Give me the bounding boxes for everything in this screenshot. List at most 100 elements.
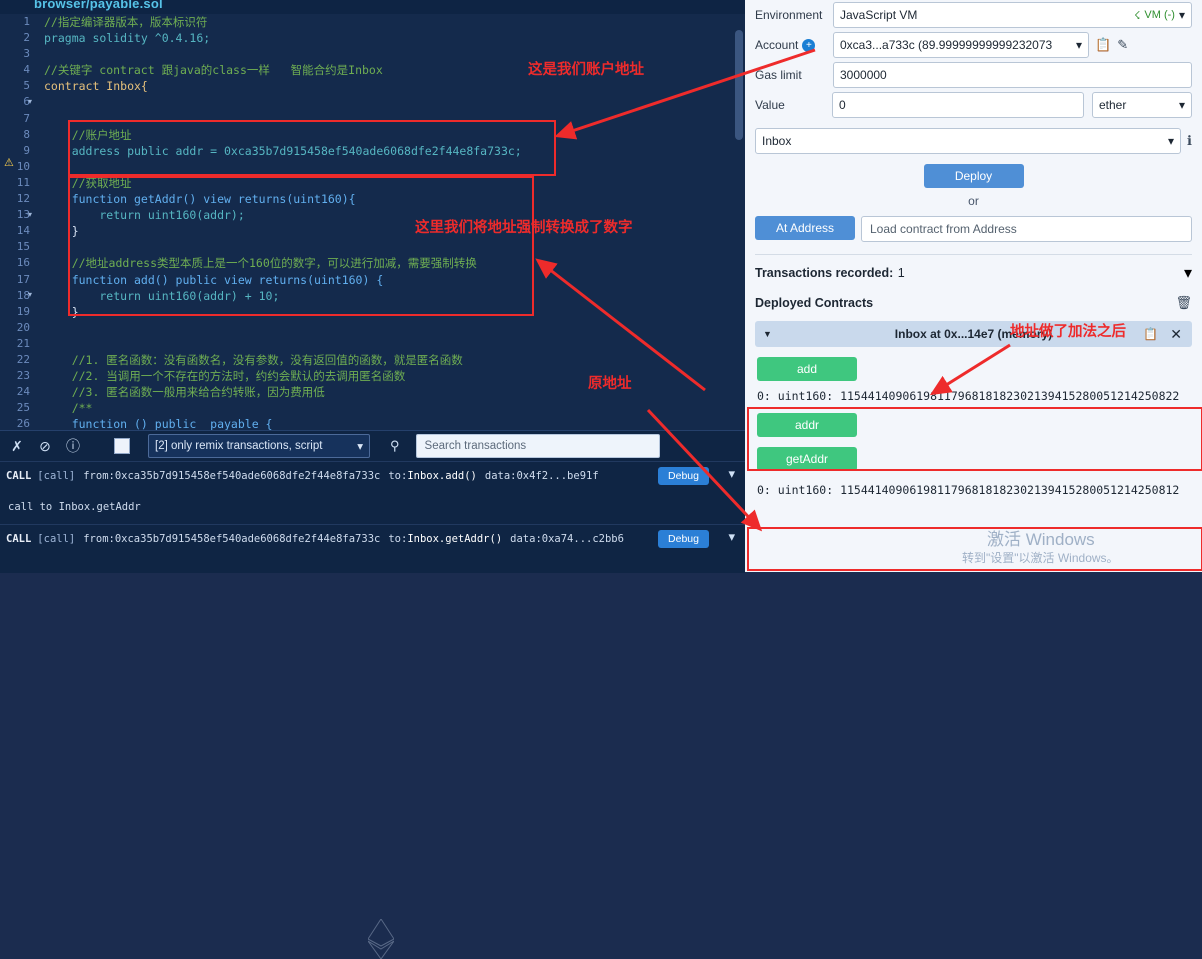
account-label: Account: [755, 38, 799, 52]
line-number: 3: [23, 47, 30, 61]
add-account-icon[interactable]: +: [802, 38, 816, 52]
annotation-convert-number: 这里我们将地址强制转换成了数字: [415, 220, 633, 236]
code-line: //3. 匿名函数一般用来给合约转账，因为费用低: [44, 385, 325, 400]
expand-chevron-icon[interactable]: ▾: [728, 529, 735, 545]
log-call-label: CALL: [6, 470, 32, 482]
editor-tab-title[interactable]: browser/payable.sol: [34, 0, 163, 11]
environment-tag: VM (-): [1144, 9, 1175, 21]
terminal-log-row[interactable]: CALL [call] from: 0xca35b7d915458ef540ad…: [0, 461, 745, 490]
environment-label: Environment: [755, 8, 823, 22]
deployed-contracts-header: Deployed Contracts 🗑: [755, 295, 1192, 311]
plug-icon: ☇: [1134, 9, 1141, 22]
debug-button[interactable]: Debug: [658, 530, 709, 548]
terminal-plain-log: call to Inbox.getAddr: [8, 501, 141, 513]
gas-limit-input[interactable]: 3000000: [833, 62, 1192, 88]
code-line: //地址address类型本质上是一个160位的数字，可以进行加减，需要强制转换: [44, 256, 477, 271]
line-number: 24: [16, 385, 30, 399]
windows-activation-watermark-subtitle: 转到"设置"以激活 Windows。: [962, 551, 1119, 565]
environment-select[interactable]: JavaScript VM ☇ VM (-) ▾: [833, 2, 1192, 28]
editor-scrollbar[interactable]: [735, 30, 743, 140]
at-address-input[interactable]: Load contract from Address: [861, 216, 1192, 242]
code-line: //2. 当调用一个不存在的方法时，约约会默认的去调用匿名函数: [44, 369, 406, 384]
fold-arrow-icon[interactable]: ▾: [28, 207, 32, 223]
line-number: 21: [16, 336, 30, 350]
at-address-button[interactable]: At Address: [755, 216, 855, 240]
line-number: 16: [16, 256, 30, 270]
contract-value: Inbox: [762, 134, 792, 148]
chevron-down-icon: ▾: [357, 441, 363, 453]
gas-limit-label: Gas limit: [755, 68, 802, 82]
account-row: Account + 0xca3...a733c (89.999999999992…: [755, 30, 1192, 60]
editor-tab-bar: browser/payable.sol: [0, 0, 745, 14]
contract-select[interactable]: Inbox ▾: [755, 128, 1182, 154]
transaction-filter-value: [2] only remix transactions, script: [155, 440, 323, 452]
copy-account-icon[interactable]: 📋: [1095, 37, 1111, 53]
value-unit-value: ether: [1099, 98, 1127, 112]
function-output-getaddr: 0: uint160: 1154414090619811796818182302…: [757, 483, 1180, 497]
function-button-getaddr[interactable]: getAddr: [757, 447, 857, 471]
fold-arrow-icon[interactable]: ▾: [28, 287, 32, 303]
log-to-label: to:: [388, 470, 408, 482]
line-number: 7: [23, 111, 30, 125]
value-input[interactable]: 0: [832, 92, 1084, 118]
log-data-value: 0x4f2...be91f: [516, 470, 599, 482]
fold-arrow-icon[interactable]: ▾: [28, 94, 32, 110]
chevron-down-icon[interactable]: ▾: [1184, 263, 1192, 283]
value-label: Value: [755, 98, 785, 112]
function-button-add[interactable]: add: [757, 357, 857, 381]
transactions-recorded-row: Transactions recorded: 1 ▾: [755, 254, 1192, 283]
sign-message-icon[interactable]: ✎: [1117, 37, 1128, 53]
function-output-add: 0: uint160: 1154414090619811796818182302…: [757, 389, 1180, 403]
code-line: //获取地址: [44, 175, 132, 190]
line-number: 15: [16, 240, 30, 254]
log-call-bracket: [call]: [37, 533, 76, 545]
code-line: //指定编译器版本，版本标识符: [44, 15, 208, 29]
line-number: 23: [16, 369, 30, 383]
line-number: 5: [23, 79, 30, 93]
terminal-panel: ✗ ⊘ ⓘ [2] only remix transactions, scrip…: [0, 430, 745, 959]
deploy-button[interactable]: Deploy: [923, 164, 1024, 188]
debug-button[interactable]: Debug: [658, 467, 709, 485]
chevron-down-icon[interactable]: ▼: [763, 329, 772, 339]
account-select[interactable]: 0xca3...a733c (89.99999999999232073 ▾: [833, 32, 1089, 58]
log-from-label: from:: [83, 533, 115, 545]
copy-icon[interactable]: 📋: [1143, 327, 1158, 341]
deployed-instance-header[interactable]: ▼ Inbox at 0x...14e7 (memory) 📋 ✕: [755, 321, 1192, 347]
clear-console-icon[interactable]: ⊘: [36, 438, 54, 455]
trash-icon[interactable]: 🗑: [1175, 295, 1192, 311]
line-number: 1: [23, 15, 30, 28]
transactions-recorded-count: 1: [897, 266, 905, 280]
search-transactions-input[interactable]: Search transactions: [415, 434, 660, 458]
value-unit-select[interactable]: ether ▾: [1092, 92, 1192, 118]
account-value: 0xca3...a733c (89.99999999999232073: [840, 38, 1053, 52]
listen-network-checkbox[interactable]: [114, 438, 130, 454]
app-root: browser/payable.sol 1 2 3 4 5 6 7 8 9 10…: [0, 0, 1202, 959]
chevron-down-icon: ▾: [1178, 8, 1185, 22]
code-line: return uint160(addr);: [44, 208, 245, 223]
remix-run-panel: Environment JavaScript VM ☇ VM (-) ▾ Acc…: [745, 0, 1202, 572]
line-number: 20: [16, 320, 30, 334]
close-icon[interactable]: ✕: [1170, 326, 1182, 343]
or-label: or: [968, 194, 979, 208]
code-line: function () public payable {: [44, 417, 273, 430]
annotation-account-address: 这是我们账户地址: [528, 62, 644, 78]
terminal-log-row[interactable]: CALL [call] from: 0xca35b7d915458ef540ad…: [0, 524, 745, 553]
code-line: /**: [44, 401, 93, 416]
contract-row: Inbox ▾ ℹ: [755, 128, 1192, 154]
line-number: 11: [16, 175, 30, 189]
function-button-addr[interactable]: addr: [757, 413, 857, 437]
transaction-filter-select[interactable]: [2] only remix transactions, script ▾: [148, 434, 370, 458]
info-icon[interactable]: ⓘ: [64, 436, 82, 456]
code-line: function add() public view returns(uint1…: [44, 272, 384, 287]
info-icon[interactable]: ℹ: [1187, 133, 1192, 149]
code-line: }: [44, 304, 79, 319]
log-data-value: 0xa74...c2bb6: [541, 533, 624, 545]
line-number: 22: [16, 352, 30, 366]
log-to-value: Inbox.add(): [407, 470, 477, 482]
log-from-label: from:: [83, 470, 115, 482]
collapse-chevron-icon[interactable]: ✗: [8, 438, 26, 455]
expand-chevron-icon[interactable]: ▾: [728, 466, 735, 482]
